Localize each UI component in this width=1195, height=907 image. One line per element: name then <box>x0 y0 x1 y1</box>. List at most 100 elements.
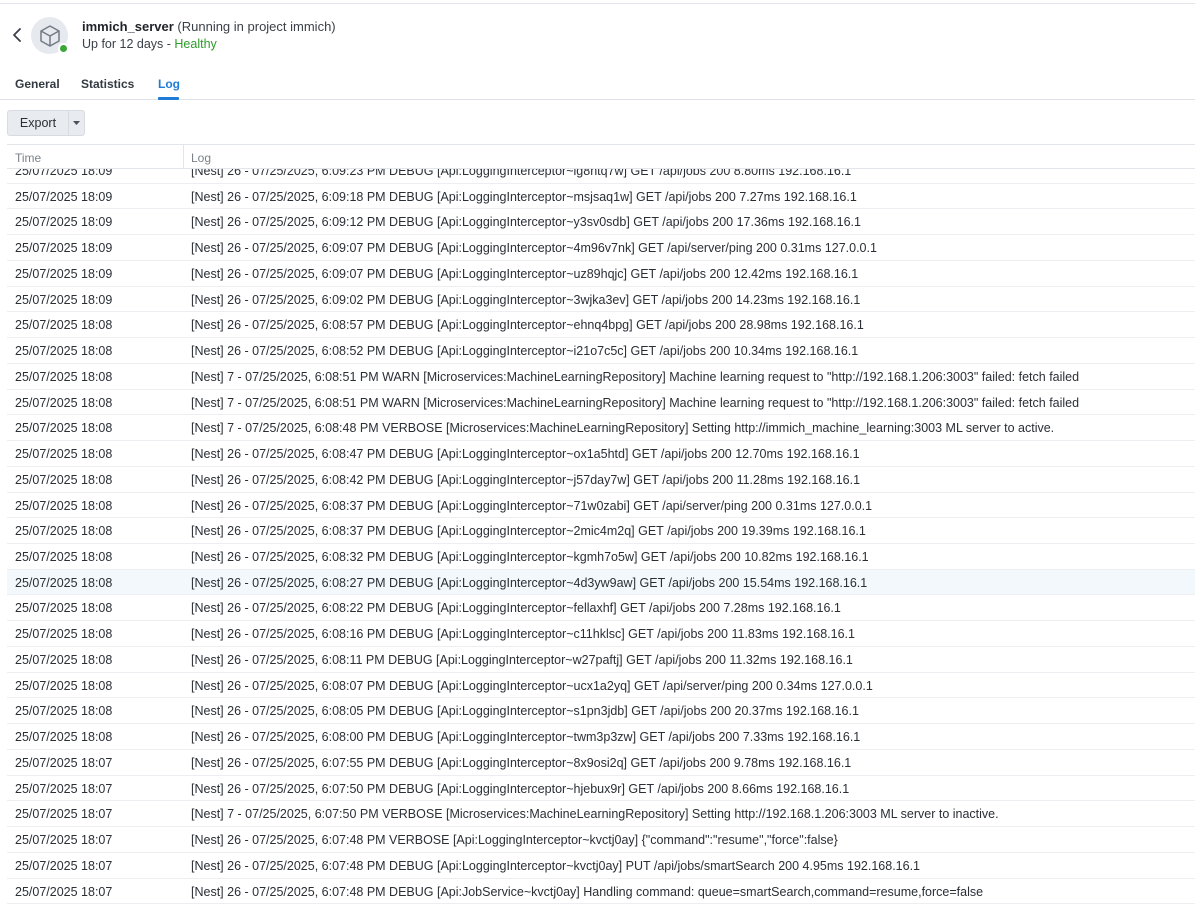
export-split-button: Export <box>7 110 85 136</box>
log-time-cell: 25/07/2025 18:08 <box>15 575 113 590</box>
table-row[interactable]: 25/07/2025 18:08 [Nest] 26 - 07/25/2025, … <box>7 544 1195 570</box>
table-row[interactable]: 25/07/2025 18:07 [Nest] 26 - 07/25/2025, … <box>7 879 1195 905</box>
table-row[interactable]: 25/07/2025 18:08 [Nest] 7 - 07/25/2025, 6… <box>7 364 1195 390</box>
running-status-dot <box>58 43 69 54</box>
log-time-cell: 25/07/2025 18:08 <box>15 344 113 359</box>
table-row[interactable]: 25/07/2025 18:07 [Nest] 26 - 07/25/2025, … <box>7 776 1195 802</box>
log-message-cell: [Nest] 7 - 07/25/2025, 6:08:48 PM VERBOS… <box>191 421 1055 436</box>
table-row[interactable]: 25/07/2025 18:07 [Nest] 26 - 07/25/2025, … <box>7 853 1195 879</box>
container-header: immich_server (Running in project immich… <box>0 10 1195 60</box>
table-row[interactable]: 25/07/2025 18:08 [Nest] 26 - 07/25/2025, … <box>7 647 1195 673</box>
table-row[interactable]: 25/07/2025 18:08 [Nest] 7 - 07/25/2025, 6… <box>7 415 1195 442</box>
log-message-cell: [Nest] 26 - 07/25/2025, 6:08:37 PM DEBUG… <box>191 498 873 513</box>
tab-general[interactable]: General <box>15 77 60 91</box>
table-row[interactable]: 25/07/2025 18:08 [Nest] 26 - 07/25/2025, … <box>7 312 1195 339</box>
caret-down-icon <box>73 121 80 125</box>
window-top-edge <box>0 0 1195 4</box>
log-message-cell: [Nest] 7 - 07/25/2025, 6:08:51 PM WARN [… <box>191 369 1080 384</box>
table-row[interactable]: 25/07/2025 18:08 [Nest] 26 - 07/25/2025, … <box>7 698 1195 725</box>
log-time-cell: 25/07/2025 18:08 <box>15 652 113 667</box>
table-row[interactable]: 25/07/2025 18:08 [Nest] 26 - 07/25/2025, … <box>7 518 1195 545</box>
log-message-cell: [Nest] 26 - 07/25/2025, 6:07:48 PM VERBO… <box>191 833 838 848</box>
log-message-cell: [Nest] 26 - 07/25/2025, 6:09:18 PM DEBUG… <box>191 189 857 204</box>
log-time-cell: 25/07/2025 18:09 <box>15 189 113 204</box>
log-message-cell: [Nest] 26 - 07/25/2025, 6:08:37 PM DEBUG… <box>191 524 866 539</box>
project-info: (Running in project immich) <box>177 19 336 34</box>
table-row[interactable]: 25/07/2025 18:08 [Nest] 26 - 07/25/2025, … <box>7 673 1195 699</box>
log-message-cell: [Nest] 26 - 07/25/2025, 6:09:07 PM DEBUG… <box>191 241 877 256</box>
tab-statistics[interactable]: Statistics <box>81 77 134 91</box>
uptime-status: Up for 12 days - Healthy <box>82 37 217 51</box>
log-time-cell: 25/07/2025 18:08 <box>15 627 113 642</box>
log-message-cell: [Nest] 26 - 07/25/2025, 6:08:32 PM DEBUG… <box>191 550 869 565</box>
log-message-cell: [Nest] 26 - 07/25/2025, 6:08:57 PM DEBUG… <box>191 318 864 333</box>
table-row[interactable]: 25/07/2025 18:07 [Nest] 7 - 07/25/2025, 6… <box>7 801 1195 828</box>
tab-bar: General Statistics Log <box>0 70 1195 100</box>
log-message-cell: [Nest] 26 - 07/25/2025, 6:07:48 PM DEBUG… <box>191 858 921 873</box>
log-time-cell: 25/07/2025 18:08 <box>15 601 113 616</box>
table-row[interactable]: 25/07/2025 18:08 [Nest] 7 - 07/25/2025, 6… <box>7 390 1195 416</box>
table-row[interactable]: 25/07/2025 18:09 [Nest] 26 - 07/25/2025, … <box>7 287 1195 313</box>
column-header-time[interactable]: Time <box>15 151 41 165</box>
table-row[interactable]: 25/07/2025 18:08 [Nest] 26 - 07/25/2025, … <box>7 569 1195 596</box>
table-row[interactable]: 25/07/2025 18:08 [Nest] 26 - 07/25/2025, … <box>7 467 1195 493</box>
table-row[interactable]: 25/07/2025 18:08 [Nest] 26 - 07/25/2025, … <box>7 493 1195 519</box>
log-time-cell: 25/07/2025 18:08 <box>15 498 113 513</box>
container-title: immich_server (Running in project immich… <box>82 19 336 34</box>
box-icon <box>39 24 60 47</box>
table-body: 25/07/2025 18:09 [Nest] 26 - 07/25/2025, … <box>7 158 1195 905</box>
log-message-cell: [Nest] 26 - 07/25/2025, 6:08:05 PM DEBUG… <box>191 704 859 719</box>
log-message-cell: [Nest] 26 - 07/25/2025, 6:07:55 PM DEBUG… <box>191 755 852 770</box>
table-row[interactable]: 25/07/2025 18:09 [Nest] 26 - 07/25/2025, … <box>7 209 1195 236</box>
log-time-cell: 25/07/2025 18:07 <box>15 755 113 770</box>
log-message-cell: [Nest] 26 - 07/25/2025, 6:08:22 PM DEBUG… <box>191 601 841 616</box>
status-separator: - <box>163 37 175 51</box>
container-name: immich_server <box>82 19 174 34</box>
log-time-cell: 25/07/2025 18:08 <box>15 395 113 410</box>
table-row[interactable]: 25/07/2025 18:08 [Nest] 26 - 07/25/2025, … <box>7 595 1195 622</box>
chevron-left-icon <box>13 28 21 42</box>
log-time-cell: 25/07/2025 18:08 <box>15 704 113 719</box>
log-time-cell: 25/07/2025 18:07 <box>15 833 113 848</box>
log-time-cell: 25/07/2025 18:09 <box>15 292 113 307</box>
log-message-cell: [Nest] 26 - 07/25/2025, 6:09:02 PM DEBUG… <box>191 292 861 307</box>
table-row[interactable]: 25/07/2025 18:08 [Nest] 26 - 07/25/2025, … <box>7 621 1195 647</box>
table-row[interactable]: 25/07/2025 18:07 [Nest] 26 - 07/25/2025, … <box>7 827 1195 853</box>
table-row[interactable]: 25/07/2025 18:09 [Nest] 26 - 07/25/2025, … <box>7 184 1195 210</box>
log-time-cell: 25/07/2025 18:09 <box>15 266 113 281</box>
log-message-cell: [Nest] 26 - 07/25/2025, 6:09:12 PM DEBUG… <box>191 215 861 230</box>
log-time-cell: 25/07/2025 18:08 <box>15 678 113 693</box>
export-dropdown-toggle[interactable] <box>68 110 85 136</box>
back-button[interactable] <box>8 24 26 46</box>
active-tab-indicator <box>158 97 179 100</box>
column-header-log[interactable]: Log <box>191 151 211 165</box>
log-time-cell: 25/07/2025 18:08 <box>15 524 113 539</box>
log-time-cell: 25/07/2025 18:08 <box>15 472 113 487</box>
table-row[interactable]: 25/07/2025 18:09 [Nest] 26 - 07/25/2025, … <box>7 261 1195 287</box>
log-message-cell: [Nest] 7 - 07/25/2025, 6:07:50 PM VERBOS… <box>191 807 999 822</box>
tab-log[interactable]: Log <box>158 77 180 91</box>
log-message-cell: [Nest] 26 - 07/25/2025, 6:08:52 PM DEBUG… <box>191 344 859 359</box>
export-button[interactable]: Export <box>7 110 68 136</box>
log-time-cell: 25/07/2025 18:08 <box>15 550 113 565</box>
log-message-cell: [Nest] 26 - 07/25/2025, 6:08:16 PM DEBUG… <box>191 627 855 642</box>
log-time-cell: 25/07/2025 18:09 <box>15 215 113 230</box>
table-row[interactable]: 25/07/2025 18:08 [Nest] 26 - 07/25/2025, … <box>7 441 1195 467</box>
table-row[interactable]: 25/07/2025 18:08 [Nest] 26 - 07/25/2025, … <box>7 724 1195 750</box>
log-time-cell: 25/07/2025 18:08 <box>15 447 113 462</box>
column-divider[interactable] <box>183 145 184 169</box>
log-message-cell: [Nest] 26 - 07/25/2025, 6:08:07 PM DEBUG… <box>191 678 873 693</box>
log-time-cell: 25/07/2025 18:07 <box>15 807 113 822</box>
table-row[interactable]: 25/07/2025 18:09 [Nest] 26 - 07/25/2025, … <box>7 235 1195 261</box>
log-message-cell: [Nest] 26 - 07/25/2025, 6:08:47 PM DEBUG… <box>191 447 860 462</box>
log-message-cell: [Nest] 26 - 07/25/2025, 6:08:11 PM DEBUG… <box>191 652 853 667</box>
log-message-cell: [Nest] 26 - 07/25/2025, 6:07:50 PM DEBUG… <box>191 781 850 796</box>
log-time-cell: 25/07/2025 18:08 <box>15 369 113 384</box>
log-time-cell: 25/07/2025 18:08 <box>15 318 113 333</box>
log-time-cell: 25/07/2025 18:08 <box>15 421 113 436</box>
container-avatar <box>31 17 69 54</box>
table-row[interactable]: 25/07/2025 18:08 [Nest] 26 - 07/25/2025, … <box>7 338 1195 364</box>
log-table: Time Log 25/07/2025 18:09 [Nest] 26 - 07/… <box>7 144 1195 907</box>
table-row[interactable]: 25/07/2025 18:07 [Nest] 26 - 07/25/2025, … <box>7 750 1195 776</box>
health-status: Healthy <box>174 37 217 51</box>
